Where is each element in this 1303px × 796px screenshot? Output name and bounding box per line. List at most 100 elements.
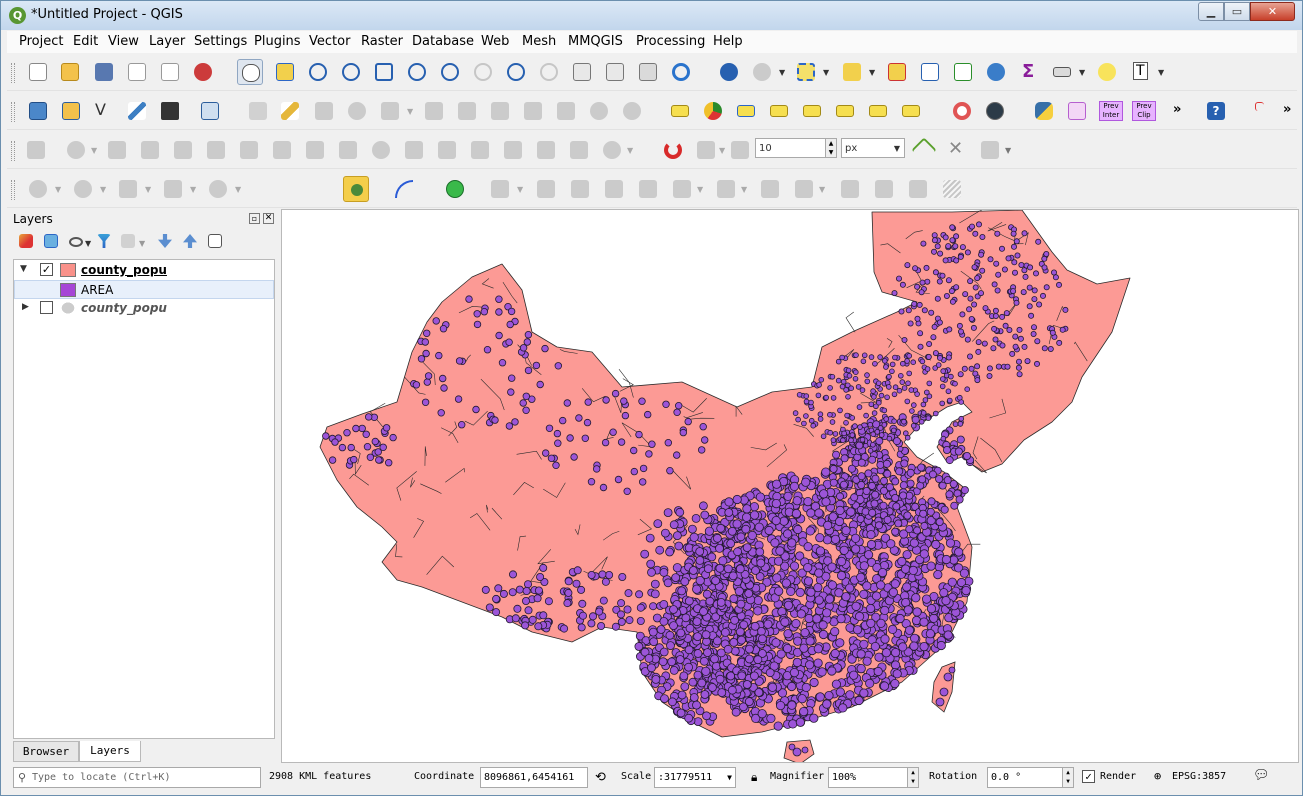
zoom-next-button[interactable]: [536, 59, 562, 85]
merge-attributes-button[interactable]: [500, 137, 526, 163]
new-bookmark-button[interactable]: [602, 59, 628, 85]
zoom-in-button[interactable]: [305, 59, 331, 85]
legend-item-area[interactable]: AREA: [14, 280, 274, 299]
pan-map-button[interactable]: [237, 59, 263, 85]
chevron-down-icon[interactable]: ▼: [407, 107, 413, 116]
vertex-tool-button[interactable]: [197, 98, 223, 124]
rotate-point-symbols-button[interactable]: [533, 137, 559, 163]
locate-search-input[interactable]: ⚲ Type to locate (Ctrl+K): [13, 767, 261, 788]
move-feature-button[interactable]: [377, 98, 403, 124]
layout-manager-button[interactable]: [157, 59, 183, 85]
chevron-down-icon[interactable]: ▼: [627, 146, 633, 155]
tolerance-spinner[interactable]: ▲ ▼: [825, 138, 837, 158]
line-tool-b-button[interactable]: [871, 176, 897, 202]
add-regular-polygon-button[interactable]: [160, 176, 186, 202]
expand-arrow-icon[interactable]: ▶: [22, 302, 29, 312]
delete-part-button[interactable]: [236, 137, 262, 163]
add-circular-string-button[interactable]: [63, 137, 89, 163]
minimize-button[interactable]: ▁: [1198, 2, 1224, 21]
split-features-button[interactable]: [401, 137, 427, 163]
snapping-tolerance-field[interactable]: 10: [755, 138, 827, 158]
menu-layer[interactable]: Layer: [149, 34, 185, 49]
data-source-manager-button[interactable]: [25, 98, 51, 124]
scale-select[interactable]: :31779511 ▼: [654, 767, 736, 788]
maximize-button[interactable]: ▭: [1224, 2, 1250, 21]
toggle-editing-button[interactable]: [277, 98, 303, 124]
layer-visibility-checkbox[interactable]: [40, 301, 53, 314]
reshape-polygon-button[interactable]: [601, 176, 627, 202]
messages-icon[interactable]: 💬︎: [1253, 768, 1270, 783]
coordinate-toggle-icon[interactable]: ⟲: [595, 770, 606, 785]
snapping-intersection-button[interactable]: ✕: [944, 137, 970, 163]
identify-features-button[interactable]: [716, 59, 742, 85]
menu-web[interactable]: Web: [481, 34, 509, 49]
delete-ring-button[interactable]: [203, 137, 229, 163]
cut-features-button[interactable]: [487, 98, 513, 124]
open-project-button[interactable]: [57, 59, 83, 85]
chevron-down-icon[interactable]: ▼: [1079, 68, 1085, 77]
fill-holes-button[interactable]: [713, 176, 739, 202]
coordinate-capture-button[interactable]: [1251, 98, 1277, 124]
snapping-mode-button[interactable]: [693, 137, 719, 163]
expand-all-button[interactable]: [154, 230, 180, 256]
redo-button[interactable]: [619, 98, 645, 124]
measure-line-button[interactable]: [1049, 59, 1075, 85]
chevron-down-icon[interactable]: ▼: [91, 146, 97, 155]
plugin-vector-bay-button[interactable]: [343, 176, 369, 202]
preview-intersection-button[interactable]: Prev Inter: [1097, 98, 1125, 124]
layer-name[interactable]: county_popu: [81, 263, 167, 277]
fill-ring-button[interactable]: [170, 137, 196, 163]
pan-to-selection-button[interactable]: [272, 59, 298, 85]
style-layer-button[interactable]: [15, 230, 41, 256]
bezier-editing-button[interactable]: [391, 176, 417, 202]
menu-database[interactable]: Database: [412, 34, 474, 49]
toolbar-grip[interactable]: [11, 141, 15, 161]
tab-browser[interactable]: Browser: [13, 741, 79, 762]
snapping-type-button[interactable]: [727, 137, 753, 163]
chevron-down-icon[interactable]: ▼: [55, 185, 61, 194]
magnifier-field[interactable]: 100%: [828, 767, 908, 788]
save-layer-edits-button[interactable]: [311, 98, 337, 124]
menu-edit[interactable]: Edit: [73, 34, 98, 49]
toolbar-grip[interactable]: [11, 63, 15, 83]
chevron-down-icon[interactable]: ▼: [139, 239, 145, 248]
zoom-last-button[interactable]: [503, 59, 529, 85]
menu-settings[interactable]: Settings: [194, 34, 247, 49]
add-feature-button[interactable]: [344, 98, 370, 124]
collapse-arrow-icon[interactable]: ▼: [20, 264, 27, 274]
toolbar-overflow-button[interactable]: »: [1173, 102, 1181, 117]
chevron-down-icon[interactable]: ▼: [869, 68, 875, 77]
self-snapping-button[interactable]: [977, 137, 1003, 163]
layer-diagram-options-button[interactable]: [700, 98, 726, 124]
toolbar-overflow-button[interactable]: »: [1283, 102, 1291, 117]
plugin-overlay-button[interactable]: [1064, 98, 1090, 124]
snapping-units-select[interactable]: px ▼: [841, 138, 905, 158]
chevron-down-icon[interactable]: ▼: [190, 185, 196, 194]
show-statistical-summary-button[interactable]: Σ: [1016, 59, 1042, 85]
offset-curve-button[interactable]: [302, 137, 328, 163]
china-county-map[interactable]: [282, 210, 1299, 763]
rotate-label-button[interactable]: [865, 98, 891, 124]
show-bookmarks-button[interactable]: [635, 59, 661, 85]
delete-selected-button[interactable]: [454, 98, 480, 124]
chevron-down-icon[interactable]: ▼: [1005, 146, 1011, 155]
enable-snapping-button[interactable]: [660, 137, 686, 163]
reshape-features-button[interactable]: [269, 137, 295, 163]
highlight-pinned-labels-button[interactable]: [733, 98, 759, 124]
crs-globe-icon[interactable]: ⊕: [1154, 769, 1161, 783]
add-shape-button[interactable]: [205, 176, 231, 202]
change-label-button[interactable]: [898, 98, 924, 124]
lock-scale-icon[interactable]: 🔒︎: [751, 770, 757, 785]
add-rectangle-button[interactable]: [115, 176, 141, 202]
chevron-down-icon[interactable]: ▼: [741, 185, 747, 194]
render-checkbox[interactable]: ✓: [1082, 770, 1095, 783]
toolbox-button[interactable]: [983, 59, 1009, 85]
simplify-feature-button[interactable]: [368, 137, 394, 163]
rotation-field[interactable]: 0.0 °: [987, 767, 1063, 788]
style-manager-button[interactable]: [190, 59, 216, 85]
add-ring-button[interactable]: [104, 137, 130, 163]
paste-features-button[interactable]: [553, 98, 579, 124]
undo-button[interactable]: [586, 98, 612, 124]
layer-labeling-options-button[interactable]: [667, 98, 693, 124]
new-project-button[interactable]: [25, 59, 51, 85]
